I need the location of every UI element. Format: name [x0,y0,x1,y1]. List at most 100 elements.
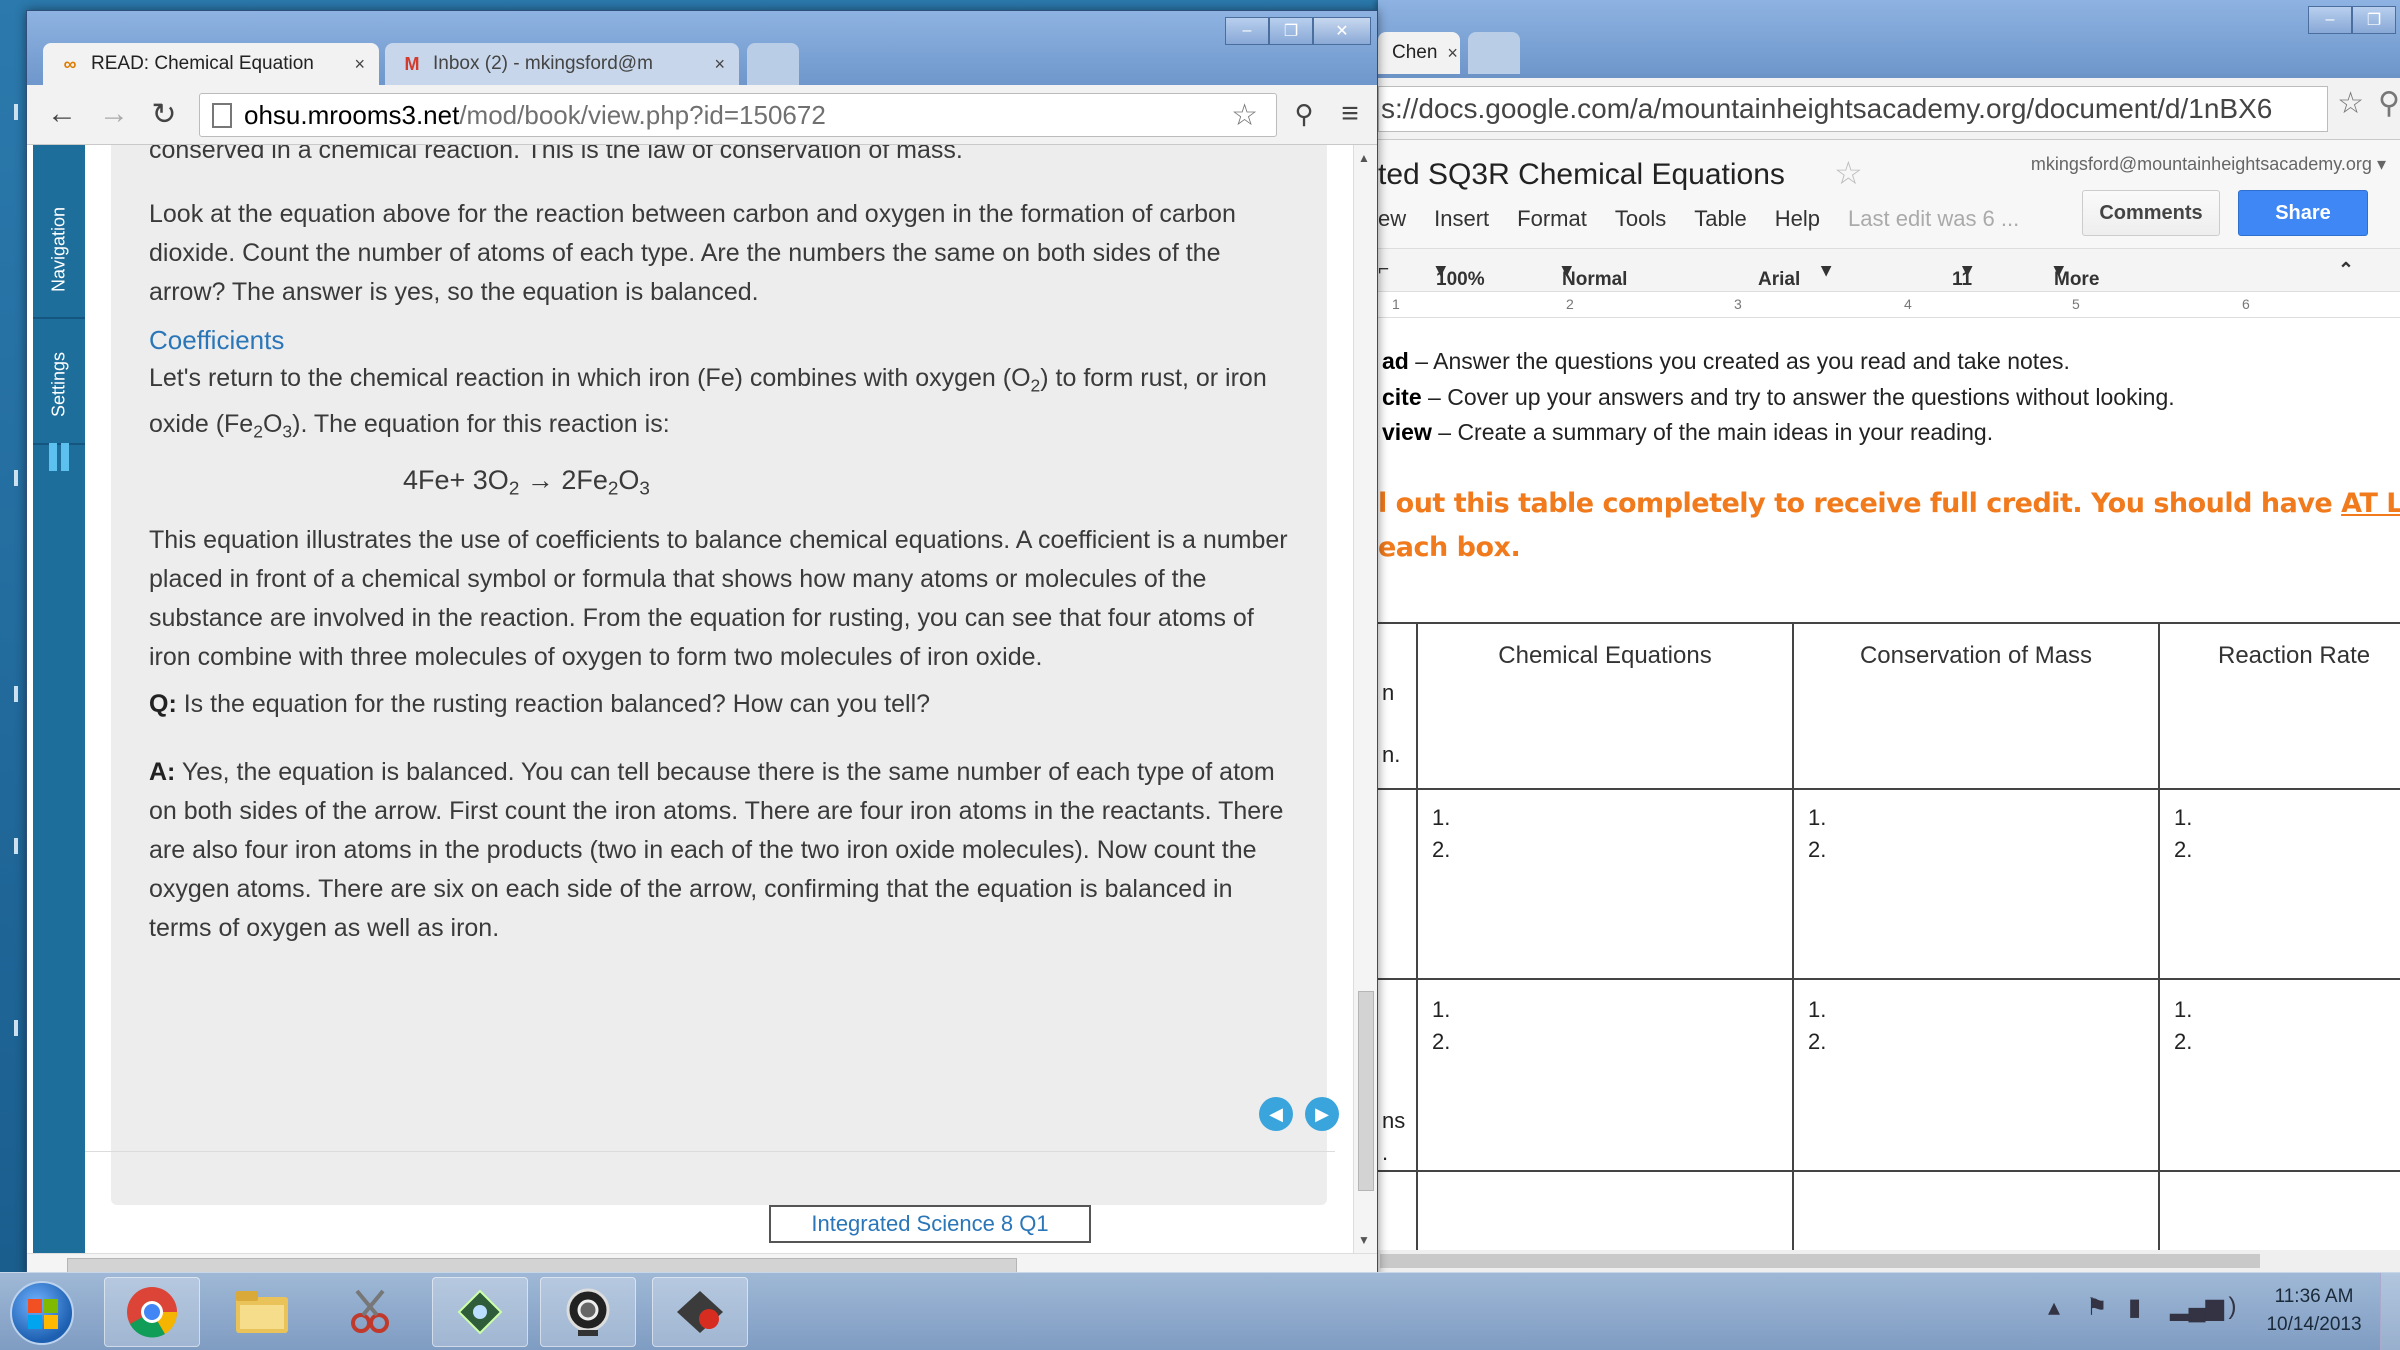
paragraph: This equation illustrates the use of coe… [149,526,1288,671]
menu-table[interactable]: Table [1694,206,1747,232]
chrome-taskbar-icon[interactable] [104,1277,200,1347]
tab-inbox[interactable]: M Inbox (2) - mkingsford@m × [385,43,739,85]
back-arrow-icon[interactable]: ← [45,97,79,131]
dock-icon[interactable] [49,443,71,471]
style-select[interactable]: Normal text ▾ [1562,259,1627,312]
table-cell[interactable]: 1. 2. [2174,994,2192,1058]
collapse-toolbar-icon[interactable]: ⌃ [2338,259,2354,282]
vertical-scrollbar[interactable]: ▲ ▼ [1353,145,1377,1253]
desktop-edge-icon [14,838,18,854]
size-select[interactable]: 11 ▾ [1952,259,1972,290]
minimize-button[interactable]: – [2308,6,2352,34]
tab-read-chemical-equations[interactable]: ∞ READ: Chemical Equation × [43,43,379,85]
scroll-down-icon[interactable]: ▼ [1358,1233,1370,1247]
table-cell[interactable]: 1. 2. [1432,802,1450,866]
power-icon[interactable]: ▮ [2128,1293,2141,1322]
url-path: /mod/book/view.php?id=150672 [459,99,826,130]
volume-icon[interactable]: ◖) [2214,1293,2237,1321]
more-select[interactable]: More ▾ [2054,259,2099,290]
forward-arrow-icon[interactable]: → [97,97,131,131]
reload-icon[interactable]: ↻ [147,97,181,131]
menu-insert[interactable]: Insert [1434,206,1489,232]
course-link-button[interactable]: Integrated Science 8 Q1 [769,1205,1091,1243]
show-hidden-icons[interactable]: ▴ [2048,1293,2060,1322]
page-icon [212,103,232,128]
share-button[interactable]: Share [2238,190,2368,236]
new-tab-button[interactable] [1468,32,1520,74]
ruler-mark: 2 [1566,296,1574,312]
close-tab-icon[interactable]: × [344,54,365,75]
screen-recorder-taskbar-icon[interactable] [652,1277,748,1347]
menu-icon[interactable]: ≡ [1333,97,1367,131]
close-window-button[interactable]: ✕ [1313,17,1371,45]
menu-view[interactable]: ew [1378,206,1406,232]
close-tab-icon[interactable]: × [704,54,725,75]
scrollbar-thumb[interactable] [1358,991,1374,1191]
zoom-select[interactable]: 100% ▾ [1436,259,1485,290]
last-edit-link[interactable]: Last edit was 6 ... [1848,206,2019,232]
moodle-browser-window: ∞ READ: Chemical Equation × M Inbox (2) … [26,10,1378,1278]
table-border [1378,788,2400,790]
row-label-fragment: n [1382,680,1395,705]
comments-button[interactable]: Comments [2082,190,2220,236]
paint-format-icon[interactable]: ⌐ [1378,259,1389,281]
tab-docs[interactable]: Chen × [1378,32,1460,74]
font-select[interactable]: Arial ▾ [1758,259,1831,290]
menu-format[interactable]: Format [1517,206,1587,232]
browser-toolbar: ← → ↻ ohsu.mrooms3.net/mod/book/view.php… [27,85,1377,145]
bookmark-star-icon[interactable]: ☆ [1231,98,1258,133]
format-toolbar: ⌐ 100% ▾ Normal text ▾ Arial ▾ 11 ▾ More… [1378,248,2400,312]
new-tab-button[interactable] [747,43,799,85]
snipping-tool-icon[interactable] [322,1277,418,1347]
system-clock[interactable]: 11:36 AM 10/14/2013 [2264,1283,2364,1339]
webcam-taskbar-icon[interactable] [540,1277,636,1347]
address-bar[interactable]: ohsu.mrooms3.net/mod/book/view.php?id=15… [199,93,1277,137]
table-border [1378,1170,2400,1172]
menu-tools[interactable]: Tools [1615,206,1666,232]
scroll-up-icon[interactable]: ▲ [1358,151,1370,165]
menu-help[interactable]: Help [1775,206,1820,232]
paragraph: conserved in a chemical reaction. This i… [149,145,963,164]
maximize-button[interactable]: ❐ [2352,6,2396,34]
window-controls: – ❐ ✕ [1225,17,1371,45]
doc-star-icon[interactable]: ☆ [1834,154,1863,192]
file-explorer-icon[interactable] [214,1277,310,1347]
show-desktop-button[interactable] [2380,1273,2400,1350]
address-bar[interactable]: s://docs.google.com/a/mountainheightsaca… [1378,86,2328,132]
navigation-block-tab[interactable]: Navigation [39,189,79,309]
doc-line-recite: cite – Cover up your answers and try to … [1382,384,2175,410]
sidebar-divider [33,317,85,319]
ruler-mark: 6 [2242,296,2250,312]
start-button[interactable] [10,1281,74,1345]
minimize-button[interactable]: – [1225,17,1269,45]
extension-icon[interactable]: ⚲ [1287,97,1321,131]
docs-menubar: ew Insert Format Tools Table Help Last e… [1378,206,2047,232]
docs-toolbar: s://docs.google.com/a/mountainheightsaca… [1378,78,2400,140]
doc-body[interactable]: ad – Answer the questions you created as… [1378,318,2400,1252]
table-cell[interactable]: 1. 2. [1432,994,1450,1058]
app-green-taskbar-icon[interactable] [432,1277,528,1347]
doc-title[interactable]: ted SQ3R Chemical Equations [1378,158,1785,192]
close-tab-icon[interactable]: × [1437,43,1458,64]
next-page-icon[interactable]: ▶ [1305,1097,1339,1131]
table-cell[interactable]: 1. 2. [2174,802,2192,866]
taskbar: ▴ ⚑ ▮ ▂▄▆ ◖) 11:36 AM 10/14/2013 [0,1272,2400,1350]
moodle-favicon-icon: ∞ [63,53,77,74]
table-cell[interactable]: 1. 2. [1808,994,1826,1058]
previous-page-icon[interactable]: ◀ [1259,1097,1293,1131]
settings-block-tab[interactable]: Settings [39,329,79,439]
email-text: mkingsford@mountainheightsacademy.org [2030,154,2372,174]
extension-icon[interactable]: ⚲ [2378,86,2400,121]
maximize-button[interactable]: ❐ [1269,17,1313,45]
action-center-flag-icon[interactable]: ⚑ [2086,1293,2108,1322]
table-cell[interactable]: 1. 2. [1808,802,1826,866]
scrollbar-thumb[interactable] [1380,1254,2260,1268]
share-label: Share [2275,201,2331,224]
horizontal-scrollbar[interactable] [1378,1250,2400,1272]
account-email[interactable]: mkingsford@mountainheightsacademy.org ▾ [2031,154,2386,175]
docs-header: ted SQ3R Chemical Equations ☆ mkingsford… [1378,140,2400,318]
section-heading: Coefficients [149,325,285,355]
ruler-mark: 5 [2072,296,2080,312]
bookmark-star-icon[interactable]: ☆ [2337,86,2364,121]
table-border [1416,624,1418,1252]
